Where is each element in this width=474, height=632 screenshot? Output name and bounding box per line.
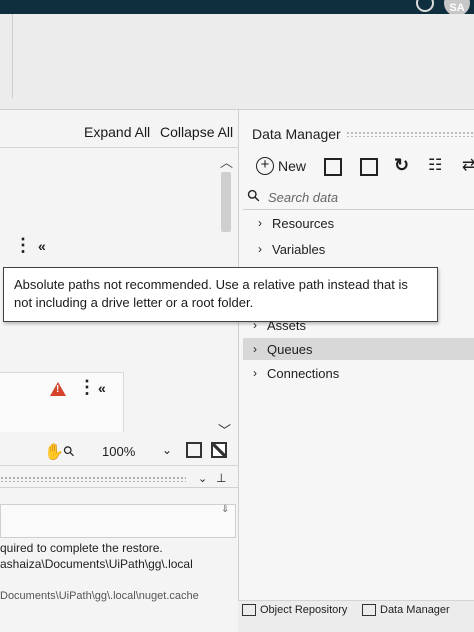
tree-item-connections[interactable]: › Connections — [243, 362, 474, 384]
collapse-activity-icon[interactable]: « — [38, 238, 46, 254]
chevron-right-icon: › — [258, 216, 262, 230]
tree-item-label: Queues — [267, 341, 313, 357]
avatar-initials: SA — [449, 2, 465, 14]
pin-icon[interactable]: ⊥ — [216, 471, 226, 485]
chevron-right-icon: › — [258, 242, 262, 256]
warning-mark-icon: ! — [56, 384, 60, 395]
object-repository-icon — [242, 604, 256, 616]
chevron-down-icon[interactable]: ﹀ — [218, 420, 231, 439]
tree-item-label: Variables — [272, 241, 326, 257]
designer-scrollbar[interactable] — [221, 172, 231, 232]
panel-grip[interactable] — [346, 131, 474, 137]
tab-data-manager[interactable]: Data Manager — [362, 604, 450, 616]
activity-menu-icon[interactable]: ⋮ — [78, 378, 96, 396]
refresh-icon[interactable]: ↻ — [394, 155, 412, 175]
output-filter-box[interactable] — [0, 504, 236, 538]
expand-all-button[interactable]: Expand All — [84, 124, 150, 140]
sort-icon[interactable]: ⇄ — [462, 155, 474, 174]
tab-object-repository[interactable]: Object Repository — [242, 604, 347, 616]
search-input[interactable] — [268, 187, 468, 207]
title-bar — [0, 0, 474, 14]
tree-item-resources[interactable]: › Resources — [243, 212, 474, 234]
output-grip[interactable] — [0, 476, 186, 482]
warning-tooltip: Absolute paths not recommended. Use a re… — [3, 267, 438, 322]
ribbon-divider — [12, 14, 13, 98]
new-button-label: New — [278, 158, 307, 174]
list-view-icon[interactable]: ☷ — [428, 155, 446, 174]
tree-item-label: Connections — [267, 365, 340, 381]
tab-label: Data Manager — [380, 604, 450, 616]
hand-tool-icon[interactable]: ✋ — [44, 442, 64, 462]
output-line: ashaiza\Documents\UiPath\gg\.local — [0, 557, 193, 571]
tree-item-variables[interactable]: › Variables — [243, 238, 474, 260]
chevron-right-icon: › — [253, 366, 257, 380]
collapse-all-icon[interactable] — [360, 158, 378, 176]
tab-label: Object Repository — [260, 604, 348, 616]
ribbon — [0, 14, 474, 110]
output-menu-icon[interactable]: ⌄ — [198, 472, 207, 485]
plus-circle-icon: + — [256, 157, 274, 175]
scroll-up-icon[interactable]: ︿ — [220, 152, 233, 171]
zoom-level[interactable]: 100% — [102, 444, 135, 459]
collapse-all-button[interactable]: Collapse All — [160, 124, 233, 140]
filter-dropdown-icon[interactable]: ⇓ — [221, 504, 229, 515]
chevron-right-icon: › — [253, 342, 257, 356]
output-line: Documents\UiPath\gg\.local\nuget.cache — [0, 590, 199, 602]
data-manager-icon — [362, 604, 376, 616]
output-line: quired to complete the restore. — [0, 541, 163, 555]
overview-icon[interactable] — [211, 442, 227, 458]
collapse-activity-icon[interactable]: « — [98, 380, 106, 396]
tree-item-label: Resources — [272, 215, 335, 231]
new-button[interactable]: + New — [256, 157, 306, 175]
expand-all-icon[interactable] — [324, 158, 342, 176]
tree-item-queues[interactable]: › Queues — [243, 338, 474, 360]
zoom-dropdown-icon[interactable]: ⌄ — [162, 443, 172, 457]
activity-menu-icon[interactable]: ⋮ — [14, 236, 32, 254]
fit-to-screen-icon[interactable] — [186, 442, 202, 458]
panel-title: Data Manager — [252, 126, 341, 142]
